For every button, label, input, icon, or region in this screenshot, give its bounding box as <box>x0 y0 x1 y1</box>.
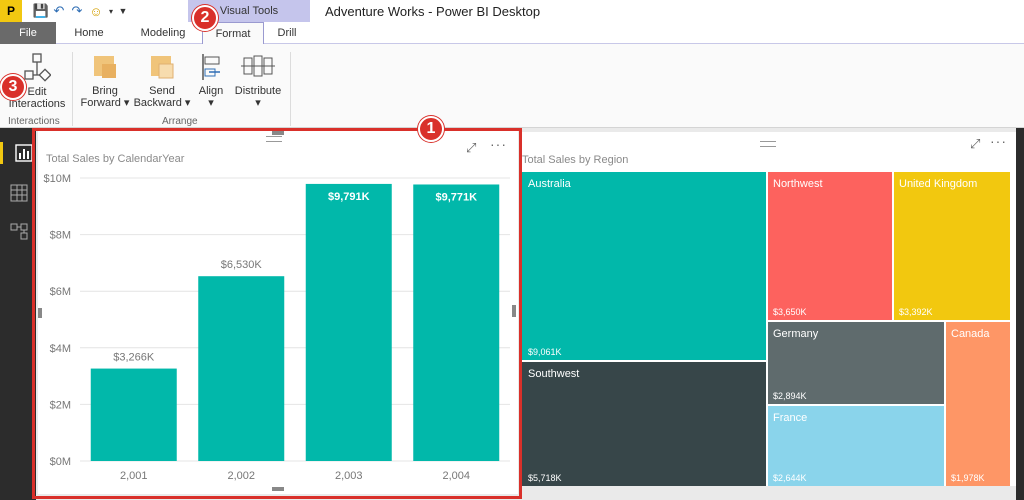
treemap-visual[interactable]: Total Sales by Region ⤢ ··· Australia $9… <box>522 132 1016 486</box>
resize-handle-icon[interactable] <box>512 305 516 317</box>
report-view-icon[interactable] <box>0 142 36 164</box>
tab-modeling[interactable]: Modeling <box>126 22 200 44</box>
chevron-down-icon: ▾ <box>255 97 261 109</box>
tile-label: France <box>773 412 808 424</box>
window-title: Adventure Works - Power BI Desktop <box>325 4 541 19</box>
bring-forward-icon <box>94 56 116 78</box>
more-options-icon[interactable]: ··· <box>990 133 1007 149</box>
callout-badge-3: 3 <box>0 74 26 100</box>
tile-label: United Kingdom <box>899 178 978 190</box>
data-view-icon[interactable] <box>8 182 30 204</box>
bring-forward-label-2: Forward ▾ <box>80 97 130 109</box>
chevron-down-icon: ▾ <box>208 97 214 109</box>
interactions-icon <box>24 53 51 82</box>
resize-handle-icon[interactable] <box>38 308 42 318</box>
save-icon[interactable]: 💾 <box>32 0 50 22</box>
align-icon <box>202 54 220 80</box>
send-backward-label-1: Send <box>149 85 175 97</box>
bring-forward-label-1: Bring <box>92 85 118 97</box>
tile-value: $3,650K <box>773 307 807 317</box>
group-divider <box>72 52 73 126</box>
selected-visual-highlight <box>32 128 522 499</box>
report-bars-glyph <box>14 144 33 162</box>
tile-label: Northwest <box>773 178 823 190</box>
distribute-icon <box>241 55 275 77</box>
tile-value: $1,978K <box>951 473 985 483</box>
resize-handle-icon[interactable] <box>272 131 284 135</box>
send-backward-icon <box>151 56 174 79</box>
treemap-tile-northwest[interactable]: Northwest $3,650K <box>768 172 892 320</box>
tile-value: $3,392K <box>899 307 933 317</box>
group-divider <box>290 52 291 126</box>
tile-label: Canada <box>951 328 990 340</box>
tile-label: Australia <box>528 178 571 190</box>
treemap-tile-united-kingdom[interactable]: United Kingdom $3,392K <box>894 172 1010 320</box>
redo-icon[interactable]: ↷ <box>68 0 86 22</box>
table-grid-glyph <box>10 184 28 202</box>
focus-mode-icon[interactable]: ⤢ <box>970 136 980 152</box>
tile-value: $2,894K <box>773 391 807 401</box>
bring-forward-button[interactable]: Bring Forward ▾ <box>78 52 132 109</box>
treemap-tile-southwest[interactable]: Southwest $5,718K <box>522 362 766 486</box>
send-backward-label-2: Backward ▾ <box>133 97 191 109</box>
distribute-label: Distribute <box>234 85 282 97</box>
power-bi-logo-icon[interactable]: P <box>0 0 22 22</box>
group-label-arrange: Arrange <box>162 116 198 127</box>
callout-badge-2: 2 <box>192 5 218 31</box>
treemap-tile-france[interactable]: France $2,644K <box>768 406 944 486</box>
group-label-interactions: Interactions <box>8 116 60 127</box>
tab-home[interactable]: Home <box>60 22 118 44</box>
align-label: Align <box>198 85 224 97</box>
tab-file[interactable]: File <box>0 22 56 44</box>
tile-value: $2,644K <box>773 473 807 483</box>
quick-access-toolbar: P 💾 ↶ ↷ ☺ ▾ ▼ <box>0 0 130 22</box>
tab-drill[interactable]: Drill <box>264 22 310 44</box>
right-pane-edge <box>1016 128 1024 500</box>
align-button[interactable]: Align ▾ <box>194 52 228 109</box>
treemap-tile-australia[interactable]: Australia $9,061K <box>522 172 766 360</box>
relationships-glyph <box>10 223 28 240</box>
smile-feedback-icon[interactable]: ☺ <box>86 0 106 22</box>
treemap-tile-germany[interactable]: Germany $2,894K <box>768 322 944 404</box>
drag-handle-icon[interactable] <box>760 141 776 147</box>
tile-label: Germany <box>773 328 819 340</box>
undo-icon[interactable]: ↶ <box>50 0 68 22</box>
tile-label: Southwest <box>528 368 580 380</box>
distribute-button[interactable]: Distribute ▾ <box>230 52 286 109</box>
customize-toolbar-icon[interactable]: ▼ <box>116 0 130 22</box>
send-backward-button[interactable]: Send Backward ▾ <box>132 52 192 109</box>
treemap-tile-canada[interactable]: Canada $1,978K <box>946 322 1010 486</box>
relationships-view-icon[interactable] <box>8 220 30 242</box>
callout-badge-1: 1 <box>418 116 444 142</box>
chevron-down-icon[interactable]: ▾ <box>106 0 116 22</box>
separator <box>22 0 32 22</box>
tile-value: $9,061K <box>528 347 562 357</box>
resize-handle-icon[interactable] <box>272 487 284 491</box>
visual-title: Total Sales by Region <box>522 154 629 166</box>
tile-value: $5,718K <box>528 473 562 483</box>
